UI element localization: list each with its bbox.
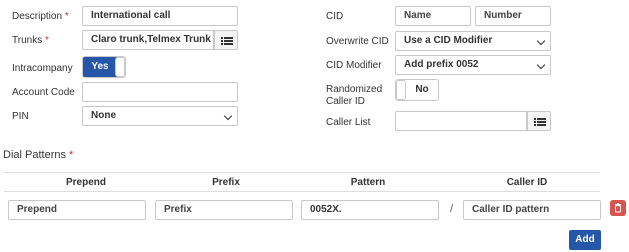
column-header-caller-id: Caller ID bbox=[506, 177, 548, 188]
dial-patterns-title: Dial Patterns * bbox=[3, 149, 74, 161]
intracompany-toggle[interactable]: Yes bbox=[82, 56, 126, 78]
delete-row-button[interactable] bbox=[610, 200, 626, 216]
cid-label: CID bbox=[326, 11, 344, 22]
column-header-prefix: Prefix bbox=[212, 177, 240, 188]
pin-label: PIN bbox=[12, 111, 29, 122]
account-code-label: Account Code bbox=[12, 87, 75, 98]
toggle-knob bbox=[115, 57, 125, 77]
pin-select[interactable]: None bbox=[82, 106, 238, 126]
overwrite-cid-select[interactable]: Use a CID Modifier bbox=[395, 31, 551, 51]
column-header-prepend: Prepend bbox=[65, 177, 106, 188]
account-code-input[interactable] bbox=[82, 82, 238, 102]
trunks-list-button[interactable] bbox=[214, 30, 238, 50]
description-input[interactable]: International call bbox=[82, 6, 238, 26]
randomized-caller-id-toggle[interactable]: No bbox=[395, 79, 439, 101]
prefix-input[interactable]: Prefix bbox=[155, 200, 293, 220]
caller-id-pattern-input[interactable]: Caller ID pattern bbox=[463, 200, 601, 220]
trunks-input[interactable]: Claro trunk,Telmex Trunk bbox=[82, 30, 214, 50]
cid-modifier-label: CID Modifier bbox=[326, 60, 382, 71]
cid-number-input[interactable]: Number bbox=[475, 6, 551, 26]
column-header-pattern: Pattern bbox=[350, 177, 386, 188]
overwrite-cid-label: Overwrite CID bbox=[326, 36, 389, 47]
randomized-caller-id-label: Randomized Caller ID bbox=[326, 84, 383, 107]
caller-list-button[interactable] bbox=[527, 111, 551, 131]
toggle-knob bbox=[396, 80, 406, 100]
trash-icon bbox=[615, 203, 621, 213]
list-icon bbox=[534, 118, 546, 126]
add-pattern-button[interactable]: Add bbox=[569, 230, 601, 250]
intracompany-toggle-value: Yes bbox=[83, 57, 117, 77]
caller-list-label: Caller List bbox=[326, 117, 371, 128]
caller-list-input[interactable] bbox=[395, 111, 527, 131]
description-label: Description * bbox=[12, 11, 69, 22]
randomized-caller-id-value: No bbox=[415, 84, 429, 95]
pattern-input[interactable]: 0052X. bbox=[301, 200, 439, 220]
prepend-input[interactable]: Prepend bbox=[8, 200, 146, 220]
cid-name-input[interactable]: Name bbox=[395, 6, 471, 26]
pattern-separator: / bbox=[450, 203, 454, 215]
intracompany-label: Intracompany bbox=[12, 63, 73, 74]
cid-modifier-select[interactable]: Add prefix 0052 bbox=[395, 55, 551, 75]
trunks-label: Trunks * bbox=[12, 35, 49, 46]
list-icon bbox=[221, 37, 233, 45]
